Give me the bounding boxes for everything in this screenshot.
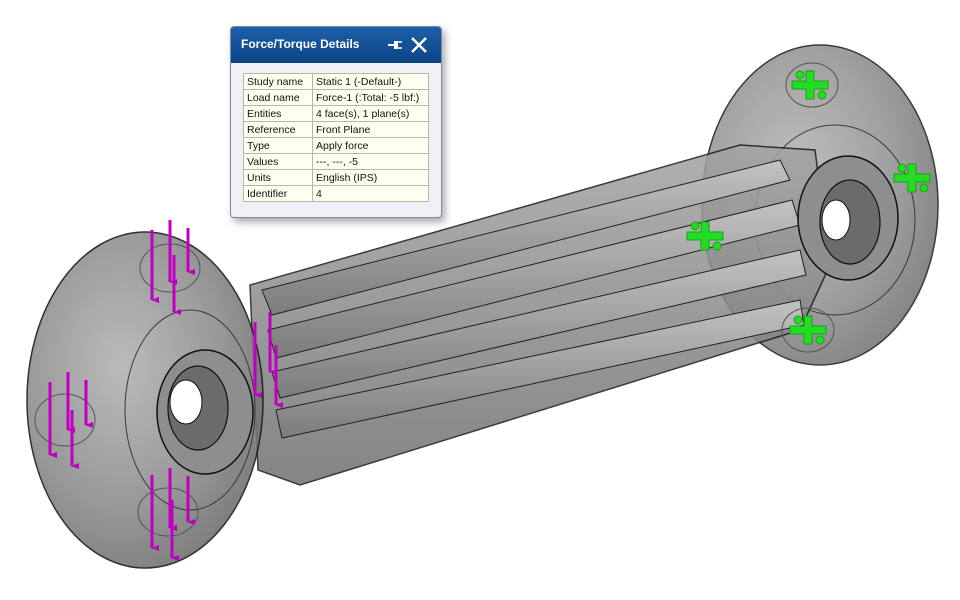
row-label: Load name: [243, 89, 313, 106]
row-label: Units: [243, 169, 313, 186]
table-row: Units English (IPS): [243, 169, 429, 186]
row-label: Values: [243, 153, 313, 170]
row-value: Static 1 (-Default-): [312, 73, 429, 90]
force-torque-details-popup[interactable]: Force/Torque Details Study name Static 1 …: [230, 26, 442, 218]
connecting-rod-part[interactable]: [26, 44, 939, 569]
popup-title-bar[interactable]: Force/Torque Details: [231, 27, 441, 63]
model-viewport[interactable]: [0, 0, 960, 600]
pin-icon[interactable]: [386, 36, 404, 54]
row-value: 4 face(s), 1 plane(s): [312, 105, 429, 122]
row-value: Force-1 (:Total: -5 lbf:): [312, 89, 429, 106]
table-row: Values ---, ---, -5: [243, 153, 429, 170]
table-row: Identifier 4: [243, 185, 429, 202]
row-label: Reference: [243, 121, 313, 138]
table-row: Study name Static 1 (-Default-): [243, 73, 429, 90]
row-value: Front Plane: [312, 121, 429, 138]
table-row: Load name Force-1 (:Total: -5 lbf:): [243, 89, 429, 106]
right-bore-through: [821, 199, 851, 241]
table-row: Type Apply force: [243, 137, 429, 154]
row-value: Apply force: [312, 137, 429, 154]
row-value: 4: [312, 185, 429, 202]
popup-title: Force/Torque Details: [241, 37, 360, 51]
row-value: English (IPS): [312, 169, 429, 186]
table-row: Entities 4 face(s), 1 plane(s): [243, 105, 429, 122]
details-table: Study name Static 1 (-Default-) Load name…: [243, 73, 429, 202]
row-label: Type: [243, 137, 313, 154]
row-label: Identifier: [243, 185, 313, 202]
row-label: Study name: [243, 73, 313, 90]
row-value: ---, ---, -5: [312, 153, 429, 170]
left-bore-through: [169, 379, 203, 425]
close-icon[interactable]: [409, 35, 429, 55]
table-row: Reference Front Plane: [243, 121, 429, 138]
row-label: Entities: [243, 105, 313, 122]
